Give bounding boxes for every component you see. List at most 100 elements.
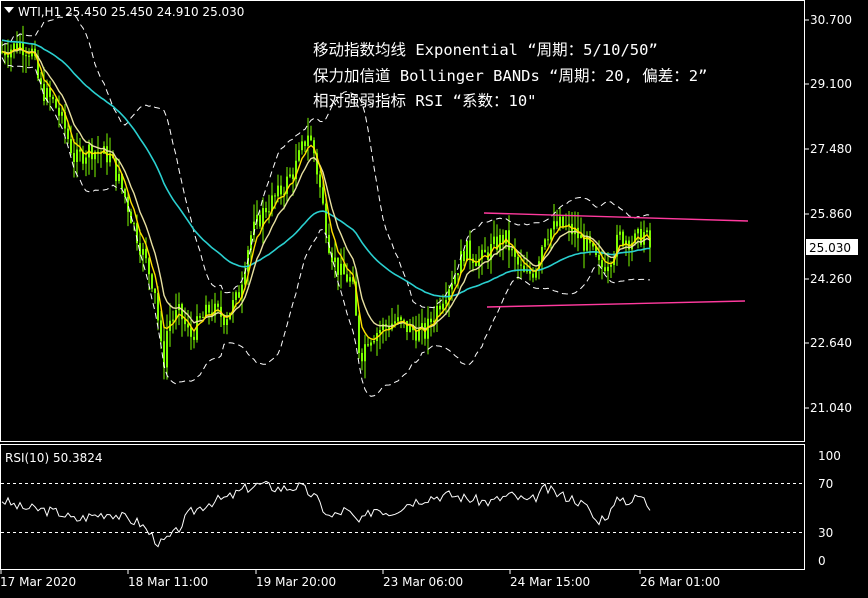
- candle-body: [475, 263, 477, 266]
- candle-body: [274, 195, 276, 197]
- rsi-tick: 0: [818, 554, 826, 568]
- candle-body: [223, 316, 225, 326]
- annotation-ema: 移动指数均线 Exponential “周期：5/10/50”: [313, 41, 658, 59]
- candle-body: [73, 153, 75, 162]
- candle-body: [367, 344, 369, 346]
- candle-body: [91, 144, 93, 160]
- candle-body: [499, 234, 501, 250]
- current-price-value: 25.030: [809, 241, 851, 255]
- candle-body: [397, 317, 399, 322]
- current-price-tag: 25.030: [806, 239, 858, 255]
- candle-body: [370, 342, 372, 346]
- candle-body: [517, 256, 519, 265]
- candle-body: [226, 319, 228, 326]
- candle-body: [463, 251, 465, 262]
- candle-body: [364, 344, 366, 362]
- candle-body: [148, 258, 150, 275]
- candle-body: [52, 96, 54, 100]
- candle-body: [511, 248, 513, 251]
- candle-body: [151, 274, 153, 289]
- candle-body: [79, 149, 81, 152]
- candle-body: [193, 336, 195, 340]
- candle-body: [7, 55, 9, 58]
- candle-body: [430, 318, 432, 323]
- candle-body: [544, 239, 546, 247]
- candle-body: [145, 248, 147, 259]
- candle-body: [28, 55, 30, 57]
- candle-body: [361, 352, 363, 362]
- annotation-bollinger: 保力加信道 Bollinger BANDs “周期：20, 偏差：2”: [313, 67, 707, 85]
- chart-title: WTI,H1 25.450 25.450 24.910 25.030: [18, 5, 244, 19]
- rsi-indicator-label: RSI(10) 50.3824: [5, 451, 103, 465]
- candle-body: [289, 174, 291, 177]
- candle-body: [484, 249, 486, 253]
- candle-body: [292, 174, 294, 180]
- candle-body: [337, 257, 339, 275]
- candle-body: [562, 216, 564, 227]
- candle-body: [445, 299, 447, 304]
- candle-body: [277, 185, 279, 197]
- candle-body: [208, 304, 210, 313]
- candle-body: [601, 260, 603, 268]
- candle-body: [142, 248, 144, 255]
- candle-body: [70, 139, 72, 154]
- candle-body: [373, 341, 375, 343]
- candle-body: [556, 221, 558, 227]
- candle-body: [553, 221, 555, 230]
- time-label: 23 Mar 06:00: [383, 575, 463, 589]
- time-label: 18 Mar 11:00: [128, 575, 208, 589]
- price-tick: 30.700: [810, 13, 852, 27]
- candle-body: [349, 277, 351, 282]
- candle-body: [127, 196, 129, 212]
- candle-body: [307, 135, 309, 146]
- price-axis: 30.700 29.100 27.480 25.860 24.260 22.64…: [805, 13, 852, 415]
- candle-body: [619, 231, 621, 235]
- candle-body: [520, 264, 522, 266]
- candle-body: [346, 274, 348, 282]
- candle-body: [310, 135, 312, 141]
- candle-body: [154, 288, 156, 294]
- rsi-axis: 100 70 30 0: [818, 449, 841, 568]
- candle-body: [301, 141, 303, 151]
- candle-body: [238, 292, 240, 298]
- candle-body: [559, 216, 561, 227]
- candle-body: [166, 330, 168, 368]
- candle-body: [13, 43, 15, 50]
- candle-body: [55, 99, 57, 108]
- candle-body: [280, 185, 282, 195]
- candle-body: [160, 320, 162, 342]
- candle-body: [622, 231, 624, 246]
- price-tick: 27.480: [810, 142, 852, 156]
- candle-body: [406, 320, 408, 333]
- candle-body: [403, 319, 405, 321]
- rsi-tick: 100: [818, 449, 841, 463]
- candle-body: [400, 317, 402, 320]
- time-label: 17 Mar 2020: [0, 575, 76, 589]
- candle-body: [61, 112, 63, 116]
- candle-body: [49, 88, 51, 97]
- candle-body: [358, 315, 360, 353]
- rsi-tick: 70: [818, 477, 833, 491]
- price-tick: 24.260: [810, 272, 852, 286]
- chart-canvas: WTI,H1 25.450 25.450 24.910 25.030 移动指数均…: [0, 0, 858, 589]
- candle-body: [133, 223, 135, 225]
- candle-body: [325, 203, 327, 235]
- candle-body: [505, 230, 507, 244]
- candle-body: [334, 257, 336, 263]
- candle-body: [442, 303, 444, 310]
- candle-body: [637, 229, 639, 234]
- candle-body: [58, 107, 60, 116]
- candle-body: [67, 128, 69, 140]
- candle-body: [508, 230, 510, 251]
- candle-body: [550, 229, 552, 240]
- candle-body: [217, 303, 219, 307]
- rsi-panel[interactable]: [0, 444, 805, 570]
- candle-body: [25, 55, 27, 57]
- candle-body: [604, 267, 606, 272]
- candle-body: [259, 214, 261, 227]
- candle-body: [76, 149, 78, 162]
- candle-body: [598, 254, 600, 261]
- candle-body: [172, 319, 174, 321]
- time-label: 26 Mar 01:00: [640, 575, 720, 589]
- candle-body: [124, 188, 126, 197]
